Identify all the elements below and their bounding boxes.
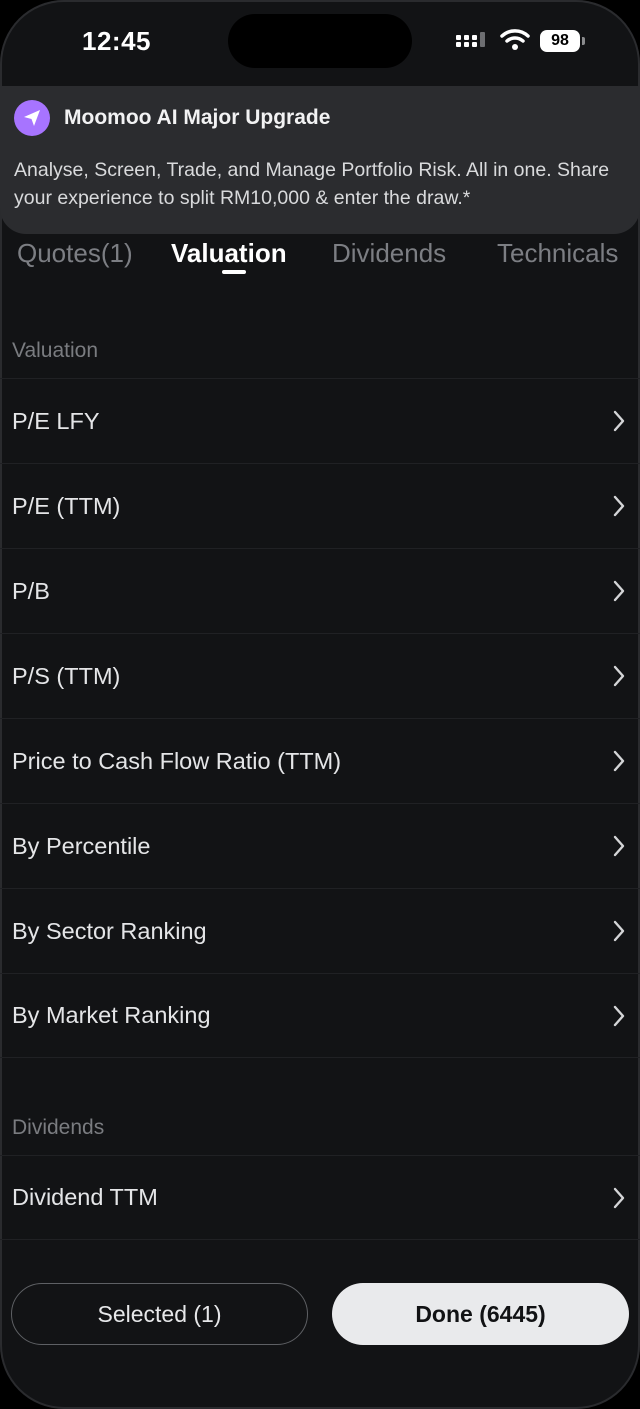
tab-valuation[interactable]: Valuation [171, 238, 287, 269]
tab-technicals[interactable]: Technicals [497, 238, 618, 269]
list-item-pb[interactable]: P/B [0, 548, 640, 633]
banner-body: Analyse, Screen, Trade, and Manage Portf… [14, 159, 610, 209]
list-item-label: P/S (TTM) [12, 662, 121, 689]
chevron-right-icon [613, 580, 625, 602]
list-item-dividend-ttm[interactable]: Dividend TTM [0, 1155, 640, 1240]
list-item-label: P/E (TTM) [12, 492, 121, 519]
list-item-label: By Percentile [12, 832, 151, 859]
tab-quotes[interactable]: Quotes(1) [17, 238, 133, 269]
chevron-right-icon [613, 1187, 625, 1208]
valuation-list: P/E LFY P/E (TTM) P/B P/S (TTM) Price to… [0, 378, 640, 1058]
list-item-label: By Sector Ranking [12, 917, 207, 944]
list-item-price-to-cash-flow[interactable]: Price to Cash Flow Ratio (TTM) [0, 718, 640, 803]
battery-icon: 98 [540, 30, 585, 52]
list-item-label: Price to Cash Flow Ratio (TTM) [12, 747, 342, 774]
list-item-pe-ttm[interactable]: P/E (TTM) [0, 463, 640, 548]
dividends-list: Dividend TTM [0, 1155, 640, 1240]
done-button[interactable]: Done (6445) [332, 1283, 629, 1345]
list-item-by-market-ranking[interactable]: By Market Ranking [0, 973, 640, 1058]
list-item-label: P/B [12, 577, 50, 604]
section-title-dividends: Dividends [12, 1116, 105, 1139]
chevron-right-icon [613, 920, 625, 942]
active-tab-indicator [222, 270, 246, 274]
selected-button[interactable]: Selected (1) [11, 1283, 308, 1345]
send-icon [14, 100, 50, 136]
list-item-by-sector-ranking[interactable]: By Sector Ranking [0, 888, 640, 973]
chevron-right-icon [613, 410, 625, 432]
status-time: 12:45 [82, 26, 151, 56]
chevron-right-icon [613, 750, 625, 772]
notification-banner[interactable]: Moomoo AI Major Upgrade Analyse, Screen,… [0, 86, 640, 234]
status-bar: 12:45 98 [0, 0, 640, 84]
chevron-right-icon [613, 495, 625, 517]
list-item-label: P/E LFY [12, 407, 100, 434]
chevron-right-icon [613, 665, 625, 687]
list-item-label: By Market Ranking [12, 1002, 211, 1028]
chevron-right-icon [613, 1005, 625, 1026]
screen: 12:45 98 Moomoo AI Major Upgrade Analyse… [0, 0, 640, 1409]
list-item-label: Dividend TTM [12, 1184, 158, 1210]
list-item-by-percentile[interactable]: By Percentile [0, 803, 640, 888]
wifi-icon [500, 29, 530, 50]
section-title-valuation: Valuation [12, 339, 99, 362]
list-item-pe-lfy[interactable]: P/E LFY [0, 378, 640, 463]
tab-bar: Quotes(1) Valuation Dividends Technicals [0, 234, 640, 290]
tab-dividends[interactable]: Dividends [332, 238, 446, 269]
cellular-signal-icon [456, 32, 485, 47]
dynamic-island [228, 14, 412, 68]
list-item-ps-ttm[interactable]: P/S (TTM) [0, 633, 640, 718]
banner-title: Moomoo AI Major Upgrade [64, 106, 331, 129]
chevron-right-icon [613, 835, 625, 857]
